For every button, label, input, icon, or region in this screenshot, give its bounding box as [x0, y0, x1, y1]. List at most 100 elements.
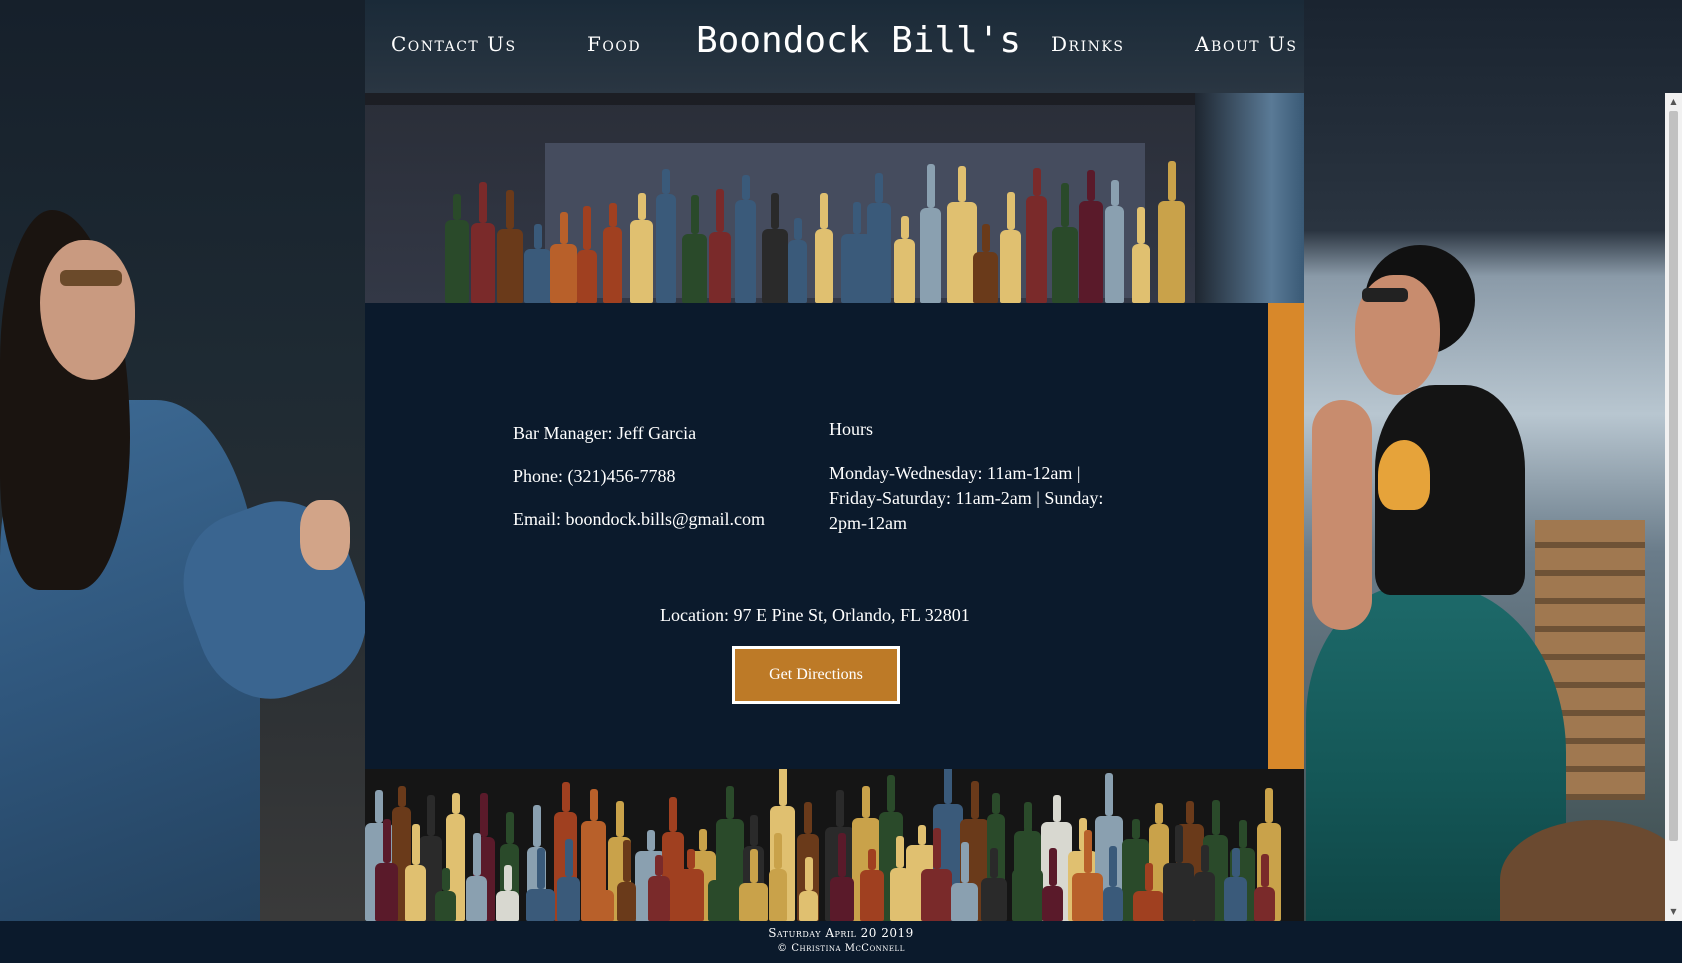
hours-line-3: 2pm-12am	[829, 513, 907, 533]
bottle-neck	[479, 182, 487, 223]
bottle-neck	[655, 855, 663, 876]
nav-about-us[interactable]: About Us	[1195, 32, 1297, 56]
bottle	[405, 865, 426, 921]
bottle-neck	[1105, 773, 1113, 816]
scroll-down-arrow-icon[interactable]: ▼	[1667, 906, 1680, 918]
bottle	[867, 203, 891, 303]
bottle-neck	[838, 833, 846, 877]
nav-food[interactable]: Food	[587, 32, 641, 56]
hours-text: Monday-Wednesday: 11am-12am | Friday-Sat…	[829, 461, 1129, 536]
bottle-neck	[875, 173, 883, 203]
bottle-neck	[480, 793, 488, 837]
top-navigation: Contact Us Food Boondock Bill's Drinks A…	[0, 0, 1682, 93]
window	[1195, 93, 1304, 303]
bottle-neck	[451, 793, 460, 814]
bottle	[981, 878, 1007, 921]
bottle-neck	[1048, 848, 1057, 886]
bottle-neck	[411, 824, 420, 865]
bottle-neck	[1032, 168, 1041, 196]
bottle-neck	[608, 203, 617, 227]
nav-contact-us[interactable]: Contact Us	[391, 32, 517, 56]
bottle	[445, 220, 469, 303]
bottle-neck	[506, 190, 514, 229]
bottle-neck	[932, 828, 941, 869]
bottle	[617, 882, 636, 921]
bottle-neck	[1006, 192, 1015, 230]
bottle-neck	[1174, 825, 1183, 863]
bottle-neck	[836, 790, 844, 827]
hours-line-2: Friday-Saturday: 11am-2am | Sunday:	[829, 488, 1104, 508]
bottle-neck	[596, 859, 605, 890]
bottle	[526, 889, 555, 921]
bottle-neck	[749, 815, 758, 846]
bottle-neck	[992, 793, 1000, 814]
bottle-neck	[990, 848, 998, 878]
bottle	[682, 234, 707, 303]
hours-heading: Hours	[829, 419, 873, 439]
bottle-neck	[1200, 845, 1209, 872]
bottle-neck	[981, 224, 990, 252]
bottle	[524, 249, 551, 303]
bottle-neck	[1231, 848, 1240, 877]
bottle	[557, 877, 580, 921]
bottle	[769, 869, 787, 921]
bottle	[435, 891, 456, 921]
site-logo[interactable]: Boondock Bill's	[696, 20, 1021, 61]
scroll-up-arrow-icon[interactable]: ▲	[1667, 96, 1680, 108]
nav-drinks[interactable]: Drinks	[1051, 32, 1124, 56]
bottle-neck	[726, 786, 734, 819]
bottle-neck	[583, 206, 591, 250]
bar-bottles-photo-top	[365, 93, 1304, 303]
beer-glass	[1378, 440, 1430, 510]
bottle	[973, 252, 998, 303]
bottle	[762, 229, 788, 303]
bottle	[1132, 244, 1150, 303]
bottle	[890, 868, 910, 921]
bottle	[577, 250, 597, 303]
bottle-neck	[426, 795, 435, 836]
bottle	[739, 883, 768, 921]
bottle-neck	[1061, 183, 1069, 227]
get-directions-button[interactable]: Get Directions	[732, 646, 900, 704]
bottle-neck	[589, 789, 598, 821]
bottle-neck	[637, 193, 646, 220]
left-person-glasses	[60, 270, 122, 286]
shelf-frame	[365, 93, 1304, 105]
bottle-neck	[622, 840, 631, 882]
bottle	[1163, 863, 1194, 921]
bottle-neck	[472, 833, 481, 876]
bottle	[1158, 201, 1185, 303]
bottle	[1072, 873, 1103, 921]
bottle	[708, 880, 734, 921]
bottle	[1052, 227, 1078, 303]
bottle-neck	[397, 786, 406, 807]
bottle-neck	[741, 175, 750, 200]
bottle-neck	[536, 848, 545, 889]
bottle	[788, 240, 807, 303]
bottle-neck	[662, 169, 670, 194]
bottle	[815, 229, 833, 303]
bottle	[1103, 887, 1123, 921]
bottle	[799, 891, 818, 921]
bottle	[471, 223, 495, 303]
bottle	[648, 876, 670, 921]
bottle-neck	[926, 164, 935, 208]
bottle	[678, 869, 704, 921]
bottle-neck	[1083, 830, 1092, 873]
bottle-neck	[716, 189, 724, 232]
bottle-neck	[944, 769, 952, 804]
footer-credit: © Christina McConnell	[777, 943, 905, 954]
bottle-neck	[1052, 795, 1061, 822]
bottle	[830, 877, 854, 921]
bottle	[466, 876, 487, 921]
phone-text: Phone: (321)456-7788	[513, 466, 676, 486]
bottle-neck	[382, 819, 391, 863]
scrollbar-thumb[interactable]	[1669, 111, 1678, 841]
bottle-neck	[1137, 207, 1145, 244]
left-person-hand	[300, 500, 350, 570]
bottle	[603, 227, 622, 303]
bottle-neck	[749, 849, 758, 883]
bottle	[1079, 201, 1103, 303]
bottle-neck	[970, 781, 979, 819]
bottle-neck	[1131, 819, 1140, 839]
